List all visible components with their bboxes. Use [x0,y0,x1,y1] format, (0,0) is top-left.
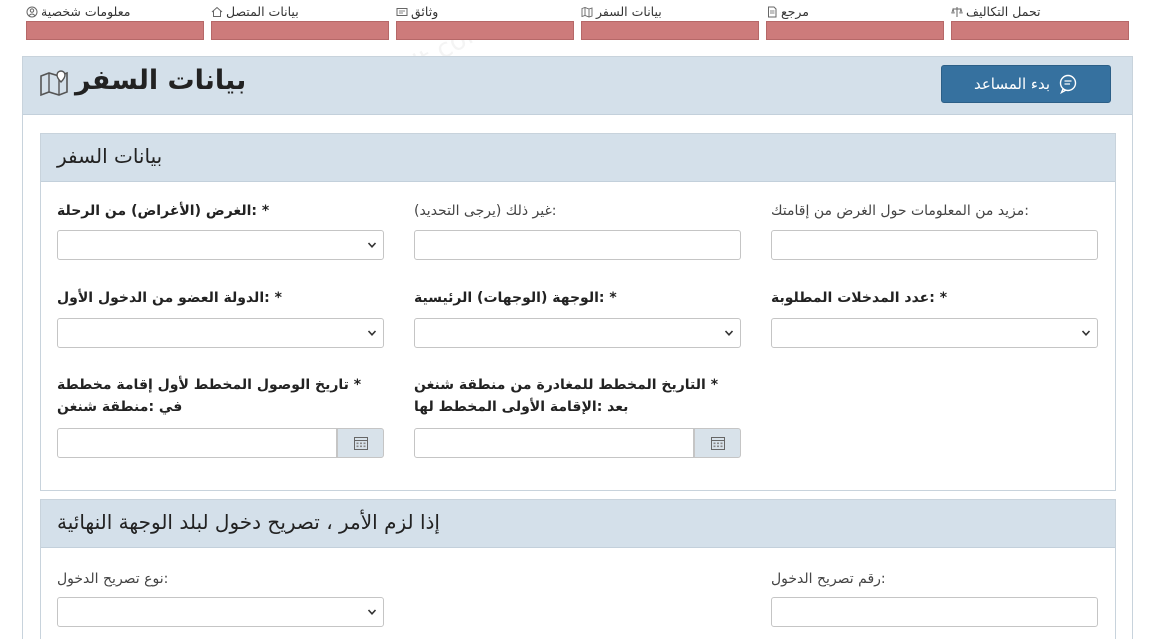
page-header: بيانات السفر بدء المساعد [23,57,1132,115]
main-destination-label: * :الوجهة (الوجهات) الرئيسية [414,290,617,306]
chevron-down-icon [367,242,377,248]
entries-select[interactable] [771,318,1098,348]
first-entry-state-select[interactable] [57,318,384,348]
chevron-down-icon [1081,330,1091,336]
permit-type-select[interactable] [57,597,384,627]
step-bar [211,21,389,40]
departure-date-picker-button[interactable] [694,428,741,458]
chat-icon [1059,74,1077,94]
section-header: بيانات السفر [41,134,1115,182]
map-icon [581,6,593,17]
step-personal-info[interactable]: معلومات شخصية [26,2,204,40]
step-bar [26,21,204,40]
file-icon [768,6,777,17]
purpose-label: * :الغرض (الأغراض) من الرحلة [57,203,270,219]
travel-data-section: بيانات السفر * :الغرض (الأغراض) من الرحل… [40,133,1116,491]
other-purpose-label: :غير ذلك (يرجى التحديد) [414,203,557,219]
more-info-label: :مزيد من المعلومات حول الغرض من إقامتك [771,203,1030,219]
chevron-down-icon [367,330,377,336]
step-label: وثائق [396,4,438,19]
arrival-date-picker-button[interactable] [337,428,384,458]
page-title: بيانات السفر [75,65,247,96]
permit-type-label: :نوع تصريح الدخول [57,571,169,587]
departure-date-label: * التاريخ المخطط للمغادرة من منطقة شنغن … [414,377,719,415]
person-icon [26,6,38,17]
document-icon [396,7,408,16]
permit-number-input[interactable] [771,597,1098,627]
purpose-select[interactable] [57,230,384,260]
step-label: بيانات السفر [581,4,662,19]
chevron-down-icon [724,330,734,336]
step-travel-data[interactable]: بيانات السفر [581,2,759,40]
section-header: إذا لزم الأمر ، تصريح دخول لبلد الوجهة ا… [41,500,1115,548]
section-title: بيانات السفر [57,144,163,168]
step-bar [396,21,574,40]
scale-icon [951,6,963,17]
entry-permit-section: إذا لزم الأمر ، تصريح دخول لبلد الوجهة ا… [40,499,1116,639]
step-label: مرجع [766,4,809,19]
main-destination-select[interactable] [414,318,741,348]
steps-bar: معلومات شخصية بيانات المتصل وثائق بيانات… [0,0,1155,46]
calendar-icon [710,437,725,450]
step-label: بيانات المتصل [211,4,299,19]
more-info-input[interactable] [771,230,1098,260]
step-label: تحمل التكاليف [951,4,1041,19]
step-label: معلومات شخصية [26,4,130,19]
step-bar [766,21,944,40]
departure-date-input[interactable] [414,428,694,458]
chevron-down-icon [367,609,377,615]
step-bar [951,21,1129,40]
arrival-date-label: * تاريخ الوصول المخطط لأول إقامة مخططة ف… [57,377,362,415]
calendar-icon [353,437,368,450]
entries-label: * :عدد المدخلات المطلوبة [771,290,948,306]
step-bar [581,21,759,40]
start-assistant-button[interactable]: بدء المساعد [941,65,1111,103]
step-costs[interactable]: تحمل التكاليف [951,2,1129,40]
map-icon [40,70,68,97]
first-entry-state-label: * :الدولة العضو من الدخول الأول [57,290,282,306]
other-purpose-input[interactable] [414,230,741,260]
step-documents[interactable]: وثائق [396,2,574,40]
arrival-date-input[interactable] [57,428,337,458]
step-reference[interactable]: مرجع [766,2,944,40]
home-icon [211,6,223,17]
start-assistant-label: بدء المساعد [973,75,1051,93]
section-title: إذا لزم الأمر ، تصريح دخول لبلد الوجهة ا… [57,510,440,534]
step-contact-info[interactable]: بيانات المتصل [211,2,389,40]
main-panel: بيانات السفر بدء المساعد بيانات السفر * … [22,56,1133,639]
permit-number-label: :رقم تصريح الدخول [771,571,886,587]
